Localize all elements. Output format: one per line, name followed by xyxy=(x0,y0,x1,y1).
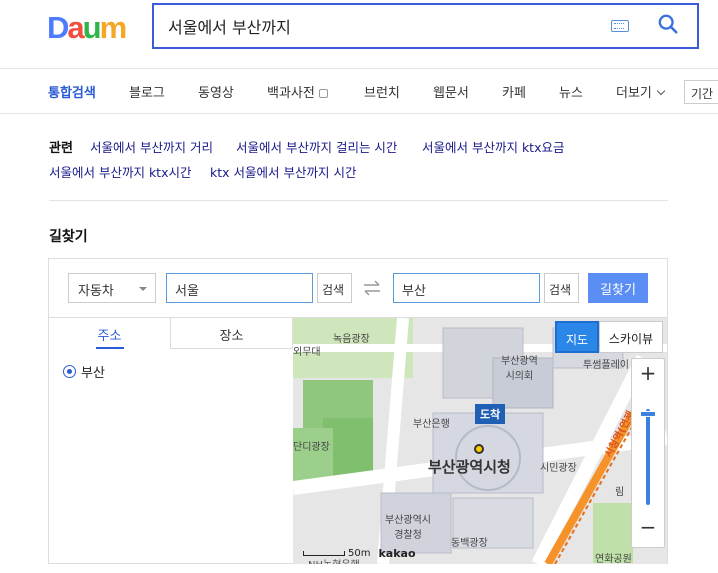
map-scale: 50m kakao xyxy=(303,547,416,560)
related-link[interactable]: 서울에서 부산까지 ktx요금 xyxy=(422,137,565,156)
map-label-tower: 투썸플레이 xyxy=(583,360,629,371)
radio-selected-icon xyxy=(63,365,76,378)
caret-down-icon xyxy=(139,287,147,291)
zoom-out-button[interactable]: − xyxy=(632,515,664,545)
daum-logo[interactable]: D a u m xyxy=(47,10,128,45)
find-route-button[interactable]: 길찾기 xyxy=(588,273,648,303)
tab-blog[interactable]: 블로그 xyxy=(129,82,165,101)
chevron-down-icon xyxy=(656,86,666,96)
travel-mode-select[interactable]: 자동차 xyxy=(68,273,156,303)
map-label-rim: 림 xyxy=(615,487,625,498)
result-option-label: 부산 xyxy=(81,366,105,381)
related-link[interactable]: 서울에서 부산까지 거리 xyxy=(90,137,213,156)
map-label-police: 부산광역시 경찰청 xyxy=(385,515,431,541)
skyview-toggle[interactable]: 스카이뷰 xyxy=(599,321,663,353)
search-button[interactable] xyxy=(657,13,683,39)
result-tabs: 주소 장소 xyxy=(49,318,293,349)
map-label-cityhall: 부산광역시청 xyxy=(428,458,511,476)
search-input[interactable] xyxy=(154,5,611,47)
map-mode-toggle[interactable]: 지도 xyxy=(555,321,599,353)
tab-brunch[interactable]: 브런치 xyxy=(364,82,400,101)
logo-letter-a: a xyxy=(67,10,84,45)
destination-pin-icon[interactable] xyxy=(474,444,484,454)
tab-encyclopedia-label: 백과사전 xyxy=(267,86,315,101)
tab-more[interactable]: 더보기 xyxy=(616,82,666,101)
section-title: 길찾기 xyxy=(49,229,88,245)
tab-address[interactable]: 주소 xyxy=(49,318,170,349)
tab-news[interactable]: 뉴스 xyxy=(559,82,583,101)
tab-place[interactable]: 장소 xyxy=(170,318,293,349)
zoom-in-button[interactable]: + xyxy=(632,361,664,391)
map-label-park: 연화공원 xyxy=(595,554,632,564)
scale-line xyxy=(303,551,345,556)
divider xyxy=(49,200,668,201)
period-filter[interactable]: 기간 xyxy=(684,80,718,104)
result-option[interactable]: 부산 xyxy=(63,362,105,381)
swap-icon[interactable] xyxy=(362,279,382,297)
zoom-handle[interactable] xyxy=(640,411,656,417)
map-label-guard: 외무대 xyxy=(293,347,321,358)
related-title: 관련 xyxy=(49,141,73,156)
destination-input[interactable]: 부산 xyxy=(393,273,540,303)
destination-flag[interactable]: 도착 xyxy=(475,404,506,424)
logo-letter-d: D xyxy=(47,10,69,45)
tab-all[interactable]: 통합검색 xyxy=(48,82,96,101)
kakao-logo: kakao xyxy=(378,547,416,560)
logo-letter-u: u xyxy=(82,10,102,45)
checkbox-icon xyxy=(318,89,328,98)
search-box xyxy=(152,3,699,49)
zoom-track[interactable] xyxy=(646,409,650,505)
search-icon xyxy=(658,14,678,34)
tab-web[interactable]: 웹문서 xyxy=(433,82,469,101)
route-inputs: 자동차 서울 검색 부산 검색 길찾기 xyxy=(49,259,667,318)
related-link[interactable]: ktx 서울에서 부산까지 시간 xyxy=(210,162,356,181)
related-link[interactable]: 서울에서 부산까지 걸리는 시간 xyxy=(236,137,397,156)
destination-search-button[interactable]: 검색 xyxy=(544,273,579,303)
origin-search-button[interactable]: 검색 xyxy=(317,273,352,303)
map-label-bank: 부산은행 xyxy=(413,419,450,430)
zoom-control: + − xyxy=(631,358,665,548)
map-label-council: 부산광역 시의회 xyxy=(501,356,538,382)
tab-encyclopedia[interactable]: 백과사전 xyxy=(267,82,328,101)
keyboard-icon[interactable] xyxy=(611,20,629,32)
logo-letter-m: m xyxy=(99,10,128,45)
map-label-plaza: 녹음광장 xyxy=(333,334,370,345)
scale-label: 50m xyxy=(348,548,371,559)
origin-input[interactable]: 서울 xyxy=(166,273,313,303)
search-tabs: 통합검색 블로그 동영상 백과사전 브런치 웹문서 카페 뉴스 더보기 기간 xyxy=(0,68,718,114)
tab-cafe[interactable]: 카페 xyxy=(502,82,526,101)
route-finder: 자동차 서울 검색 부산 검색 길찾기 주소 장소 부산 녹음광장 외무대 부산… xyxy=(48,258,668,564)
map-label-dandi: 단디광장 xyxy=(293,442,330,453)
tab-video[interactable]: 동영상 xyxy=(198,82,234,101)
travel-mode-value: 자동차 xyxy=(78,284,114,299)
map-view[interactable]: 녹음광장 외무대 부산광역 시의회 투썸플레이 부산은행 부산광역시청 시민광장… xyxy=(293,318,667,564)
map-label-dongbaek: 동백광장 xyxy=(451,538,488,549)
related-link[interactable]: 서울에서 부산까지 ktx시간 xyxy=(49,162,192,181)
map-label-citizen: 시민광장 xyxy=(540,463,577,474)
tab-more-label: 더보기 xyxy=(616,86,652,101)
